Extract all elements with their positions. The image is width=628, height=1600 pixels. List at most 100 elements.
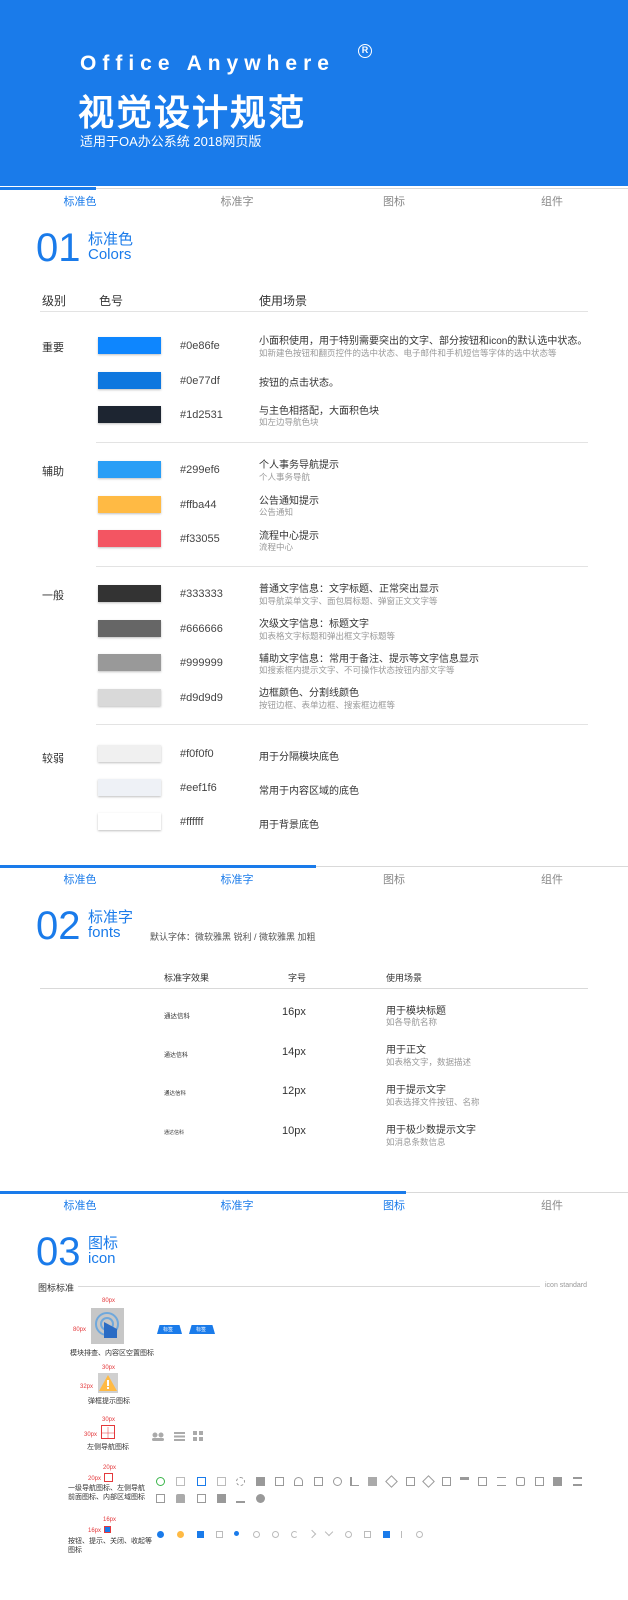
dimension-label: 80px: [73, 1327, 87, 1333]
task-icon: [197, 1494, 206, 1503]
pointer-icon: [333, 1477, 342, 1486]
dimension-label: 32px: [80, 1384, 94, 1390]
color-swatch: [98, 461, 161, 478]
tab-icons[interactable]: 图标: [383, 1197, 405, 1213]
font-usage: 用于模块标题: [386, 1006, 446, 1017]
table-icon: [478, 1477, 487, 1486]
divider: [96, 442, 588, 443]
tab-icons[interactable]: 图标: [383, 193, 405, 209]
minus-icon: [216, 1531, 223, 1538]
hex-code: #ffffff: [180, 816, 204, 828]
section-number: 01: [36, 226, 81, 270]
color-swatch: [98, 406, 161, 423]
color-swatch: [98, 813, 161, 830]
tab-indicator: [0, 1191, 406, 1194]
page-icon: [217, 1477, 226, 1486]
tab-fonts[interactable]: 标准字: [221, 1197, 254, 1213]
tab-components[interactable]: 组件: [541, 193, 563, 209]
icon-caption: 按钮、提示、关闭、收起等图标: [68, 1538, 152, 1554]
col-header-usage: 使用场景: [259, 294, 308, 308]
divider: [40, 988, 588, 989]
usage-text: 流程中心提示: [259, 531, 319, 542]
box-icon: [197, 1531, 204, 1538]
tab-indicator: [0, 187, 96, 190]
usage-subtext: 个人事务导航: [259, 472, 311, 482]
color-swatch: [98, 530, 161, 547]
tab-colors[interactable]: 标准色: [64, 871, 97, 887]
clipboard-icon: [535, 1477, 544, 1486]
tab-bar: 标准色 标准字 图标 组件: [0, 187, 628, 210]
divider: [40, 311, 588, 312]
search-icon: [345, 1531, 352, 1538]
hex-code: #299ef6: [180, 464, 220, 476]
settings-icon: [236, 1477, 245, 1486]
page-title: 视觉设计规范: [78, 92, 307, 133]
page-subtitle: 适用于OA办公系统 2018网页版: [80, 134, 262, 149]
tab-fonts[interactable]: 标准字: [221, 193, 254, 209]
edit-icon: [406, 1477, 415, 1486]
icon-caption: 一级导航图标、左侧导航前面图标、内部区域图标: [68, 1485, 145, 1501]
font-usage-sub: 如各导航名称: [386, 1017, 438, 1027]
tab-colors[interactable]: 标准色: [64, 1197, 97, 1213]
question-icon: [256, 1494, 265, 1503]
font-usage-sub: 如消息条数信息: [386, 1137, 446, 1147]
list-icon: [174, 1428, 185, 1441]
usage-subtext: 如搜索框内提示文字、不可操作状态按钮内部文字等: [259, 665, 455, 675]
font-size: 14px: [282, 1046, 306, 1058]
section-title-en: icon: [88, 1250, 116, 1267]
clock-icon: [253, 1531, 260, 1538]
hex-code: #999999: [180, 657, 223, 669]
font-sample: 通达信科: [164, 1130, 185, 1136]
monitor-icon: [442, 1477, 451, 1486]
color-swatch: [98, 585, 161, 602]
font-usage: 用于正文: [386, 1045, 426, 1056]
icon-standard-label-en: icon standard: [545, 1282, 588, 1289]
tab-fonts[interactable]: 标准字: [221, 871, 254, 887]
dimension-label: 80px: [102, 1298, 116, 1304]
cube-icon: [516, 1477, 525, 1486]
frame-icon: [364, 1531, 371, 1538]
hex-code: #f33055: [180, 533, 220, 545]
tab-components[interactable]: 组件: [541, 871, 563, 887]
font-usage-sub: 如表选择文件按钮、名称: [386, 1097, 480, 1107]
check-circle-icon: [156, 1477, 165, 1486]
calendar-icon: [256, 1477, 265, 1486]
color-swatch: [98, 779, 161, 796]
tab-components[interactable]: 组件: [541, 1197, 563, 1213]
divider: [96, 566, 588, 567]
font-size: 12px: [282, 1085, 306, 1097]
window-icon: [275, 1477, 284, 1486]
hex-code: #ffba44: [180, 499, 217, 511]
image-icon: [314, 1477, 323, 1486]
usage-subtext: 如左边导航色块: [259, 417, 319, 427]
info-icon: [157, 1531, 164, 1538]
hex-code: #0e77df: [180, 375, 220, 387]
briefcase-icon: [368, 1477, 377, 1486]
shirt-icon: [176, 1494, 185, 1503]
chevron-down-icon: [324, 1527, 334, 1537]
tab-icons[interactable]: 图标: [383, 871, 405, 887]
chevron-right-icon: [307, 1529, 317, 1539]
registered-icon: R: [358, 44, 372, 58]
col-header-level: 级别: [42, 294, 67, 308]
server-icon: [573, 1477, 582, 1486]
color-swatch: [98, 654, 161, 671]
alert-icon: [177, 1531, 184, 1538]
doc-icon: [176, 1477, 185, 1486]
font-sample: 通达信科: [164, 1091, 187, 1097]
flag-icon: [460, 1477, 469, 1486]
fill-square-icon: [383, 1531, 390, 1538]
col-header-effect: 标准字效果: [164, 973, 210, 983]
usage-subtext: 流程中心: [259, 542, 294, 552]
section-number: 02: [36, 904, 81, 948]
usage-subtext: 如表格文字标题和弹出框文字标题等: [259, 631, 396, 641]
color-swatch: [98, 620, 161, 637]
users-icon: [151, 1428, 165, 1441]
col-header-size: 字号: [288, 973, 307, 983]
icon-caption: 左侧导航图标: [87, 1444, 129, 1451]
tab-colors[interactable]: 标准色: [64, 193, 97, 209]
divider-icon: [401, 1531, 402, 1538]
section-number: 03: [36, 1230, 81, 1274]
close-circle-icon: [272, 1531, 279, 1538]
usage-subtext: 如新建色按钮和翻页控件的选中状态、电子邮件和手机短信等字体的选中状态等: [259, 348, 557, 358]
